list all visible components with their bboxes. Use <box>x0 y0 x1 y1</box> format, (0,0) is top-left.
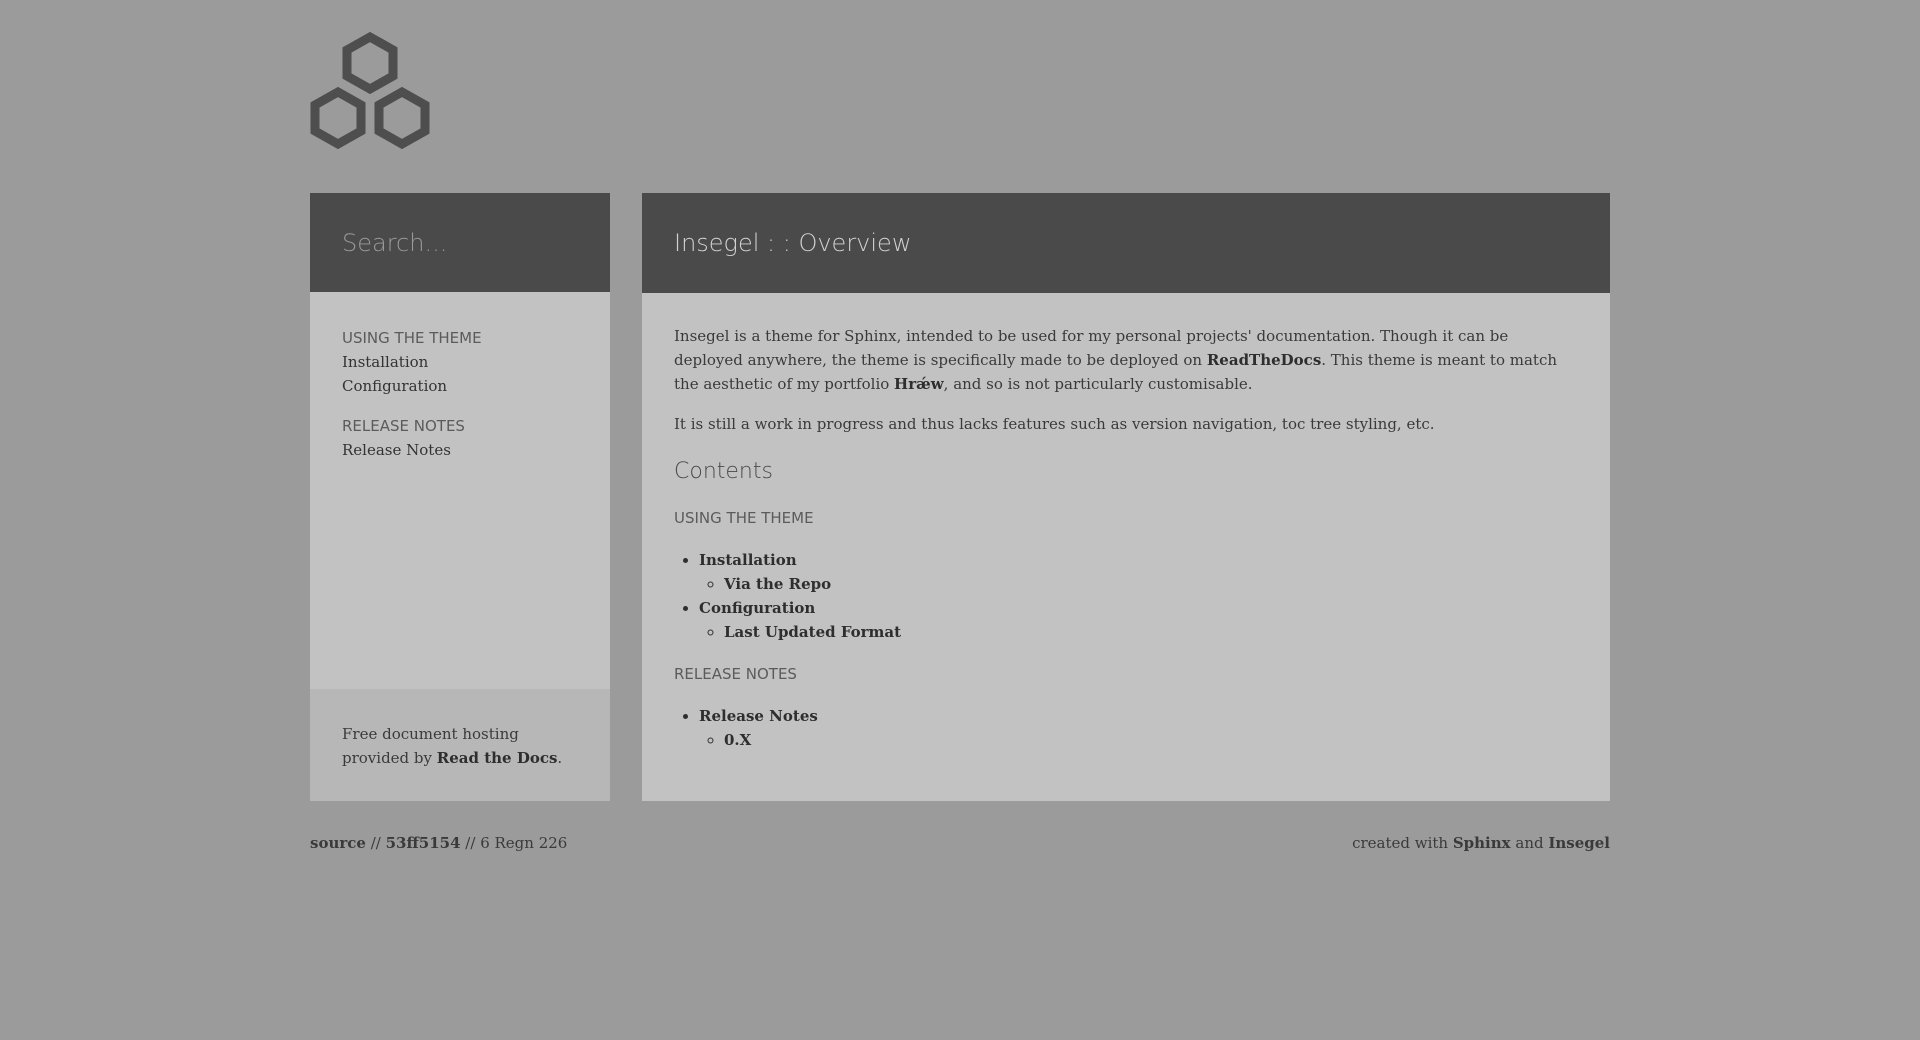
read-the-docs-link[interactable]: Read the Docs <box>437 749 558 767</box>
sidebar-link-configuration[interactable]: Configuration <box>342 377 447 395</box>
build-date: 6 Regn 226 <box>480 834 568 852</box>
sidebar-caption-using-the-theme: USING THE THEME <box>342 329 482 347</box>
search-box <box>310 193 610 292</box>
sidebar-item: Installation <box>342 350 578 374</box>
main-body: Insegel is a theme for Sphinx, intended … <box>642 293 1610 752</box>
list-item: 0.X <box>724 728 1578 752</box>
intro-paragraph: Insegel is a theme for Sphinx, intended … <box>674 327 1558 393</box>
sidebar-list-release-notes: Release Notes <box>342 438 578 462</box>
contents-heading: Contents <box>674 459 773 484</box>
readthedocs-link[interactable]: ReadTheDocs <box>1207 351 1321 369</box>
list-item: Release Notes 0.X <box>699 704 1578 752</box>
hraew-link[interactable]: Hrǽw <box>894 375 944 393</box>
list-item: Configuration Last Updated Format <box>699 596 1578 644</box>
list-item: Installation Via the Repo <box>699 548 1578 596</box>
contents-caption-release-notes: RELEASE NOTES <box>674 665 797 683</box>
sidebar-list-using-the-theme: Installation Configuration <box>342 350 578 398</box>
contents-list-using-the-theme: Installation Via the Repo Configuration … <box>674 548 1578 644</box>
contents-link-last-updated-format[interactable]: Last Updated Format <box>724 623 901 641</box>
insegel-link[interactable]: Insegel <box>1548 834 1610 852</box>
hosting-period: . <box>557 749 563 767</box>
sidebar: USING THE THEME Installation Configurati… <box>310 193 610 801</box>
page-title: Insegel : : Overview <box>642 193 1610 293</box>
sidebar-toc: USING THE THEME Installation Configurati… <box>310 292 610 462</box>
sidebar-caption-release-notes: RELEASE NOTES <box>342 417 465 435</box>
sidebar-item: Release Notes <box>342 438 578 462</box>
contents-list-release-notes: Release Notes 0.X <box>674 704 1578 752</box>
sidebar-link-release-notes[interactable]: Release Notes <box>342 441 451 459</box>
footer-credits: created with Sphinx and Insegel <box>1352 834 1610 852</box>
footer-source-info: source // 53ff5154 // 6 Regn 226 <box>310 834 568 852</box>
sidebar-item: Configuration <box>342 374 578 398</box>
search-input[interactable] <box>342 228 582 257</box>
hexagons-logo-icon[interactable] <box>308 31 432 155</box>
sidebar-link-installation[interactable]: Installation <box>342 353 428 371</box>
commit-link[interactable]: 53ff5154 <box>386 834 461 852</box>
wip-paragraph: It is still a work in progress and thus … <box>674 415 1435 433</box>
contents-link-release-notes[interactable]: Release Notes <box>699 707 818 725</box>
list-item: Via the Repo <box>724 572 1578 596</box>
contents-link-via-the-repo[interactable]: Via the Repo <box>724 575 831 593</box>
contents-link-configuration[interactable]: Configuration <box>699 599 815 617</box>
sphinx-link[interactable]: Sphinx <box>1453 834 1511 852</box>
contents-caption-using-the-theme: USING THE THEME <box>674 509 814 527</box>
source-link[interactable]: source <box>310 834 366 852</box>
contents-link-0x[interactable]: 0.X <box>724 731 751 749</box>
contents-link-installation[interactable]: Installation <box>699 551 797 569</box>
main-content: Insegel : : Overview Insegel is a theme … <box>642 193 1610 801</box>
list-item: Last Updated Format <box>724 620 1578 644</box>
sidebar-hosting-note: Free document hosting provided by Read t… <box>310 689 610 801</box>
